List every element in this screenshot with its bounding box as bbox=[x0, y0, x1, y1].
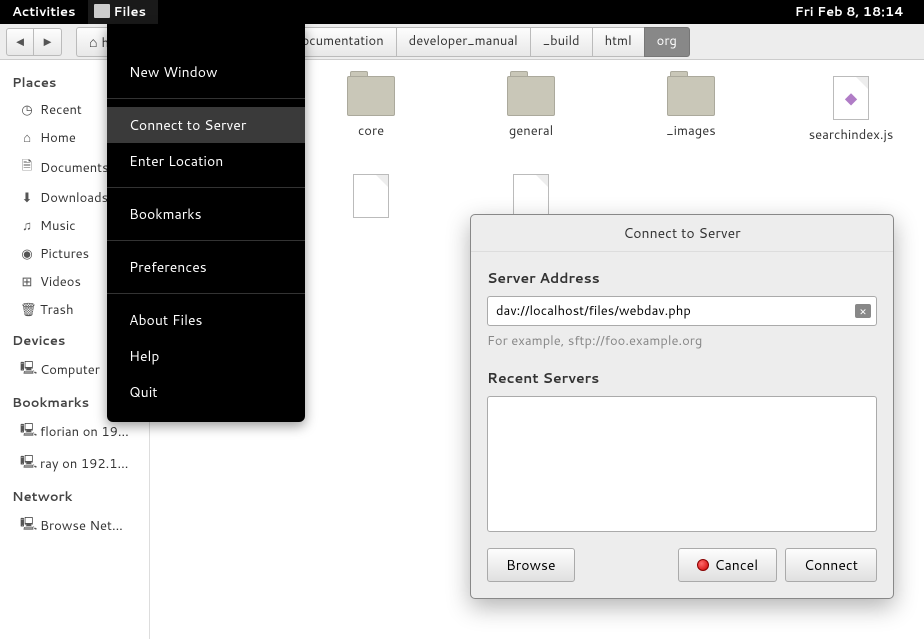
music-icon: ♫ bbox=[20, 217, 34, 235]
dialog-title: Connect to Server bbox=[471, 215, 893, 252]
file-label: searchindex.js bbox=[809, 126, 894, 144]
folder-icon bbox=[667, 76, 715, 116]
spacer bbox=[583, 548, 670, 582]
address-hint: For example, sftp://foo.example.org bbox=[487, 332, 877, 350]
crumb-item[interactable]: html bbox=[592, 27, 644, 57]
file-item[interactable]: searchindex.js bbox=[806, 76, 896, 144]
chevron-right-icon: ► bbox=[41, 33, 54, 51]
file-icon bbox=[513, 174, 549, 218]
computer-icon: 🖳 bbox=[20, 359, 34, 381]
stop-icon bbox=[697, 559, 709, 571]
pictures-icon: ◉ bbox=[20, 245, 34, 263]
top-bar: Activities Files Fri Feb 8, 18:14 bbox=[0, 0, 924, 24]
network-header: Network bbox=[0, 480, 149, 510]
activities-button[interactable]: Activities bbox=[0, 0, 88, 24]
folder-icon bbox=[347, 76, 395, 116]
file-icon bbox=[353, 174, 389, 218]
menu-connect-to-server[interactable]: Connect to Server bbox=[107, 107, 305, 143]
sidebar-item-label: Home bbox=[40, 129, 76, 147]
menu-quit[interactable]: Quit bbox=[107, 374, 305, 410]
connect-button[interactable]: Connect bbox=[785, 548, 877, 582]
sidebar-item-browse-network[interactable]: 🖳 Browse Net... bbox=[0, 510, 149, 542]
recent-servers-list[interactable] bbox=[487, 396, 877, 532]
topbar-left: Activities Files bbox=[0, 0, 158, 24]
recent-icon: ◷ bbox=[20, 101, 34, 119]
sidebar-item-label: Browse Net... bbox=[40, 517, 123, 535]
sidebar-item-label: Documents bbox=[40, 159, 109, 177]
sidebar-item-label: Pictures bbox=[40, 245, 89, 263]
menu-preferences[interactable]: Preferences bbox=[107, 249, 305, 285]
chevron-left-icon: ◄ bbox=[14, 33, 27, 51]
file-label: core bbox=[358, 122, 384, 140]
sidebar-item-label: Music bbox=[40, 217, 76, 235]
menu-separator bbox=[107, 98, 305, 99]
forward-button[interactable]: ► bbox=[34, 28, 62, 56]
menu-help[interactable]: Help bbox=[107, 338, 305, 374]
menu-separator bbox=[107, 293, 305, 294]
crumb-item-active[interactable]: org bbox=[644, 27, 690, 57]
sidebar-item-label: ray on 192.1... bbox=[40, 455, 128, 473]
file-label: _images bbox=[666, 122, 715, 140]
app-menu-dropdown: New Window Connect to Server Enter Locat… bbox=[107, 24, 305, 422]
sidebar-item-label: florian on 19... bbox=[40, 423, 129, 441]
server-address-input[interactable] bbox=[487, 296, 877, 326]
folder-item[interactable]: core bbox=[326, 76, 416, 144]
sidebar-item-label: Recent bbox=[40, 101, 82, 119]
menu-enter-location[interactable]: Enter Location bbox=[107, 143, 305, 179]
clear-input-icon[interactable]: ✕ bbox=[855, 304, 871, 318]
crumb-item[interactable]: _build bbox=[530, 27, 592, 57]
trash-icon: 🗑 bbox=[20, 301, 34, 319]
address-input-wrap: ✕ bbox=[487, 296, 877, 326]
browse-button[interactable]: Browse bbox=[487, 548, 575, 582]
folder-icon bbox=[507, 76, 555, 116]
nav-group: ◄ ► bbox=[6, 28, 62, 56]
cancel-button[interactable]: Cancel bbox=[678, 548, 778, 582]
network-icon: 🖳 bbox=[20, 515, 34, 537]
cancel-label: Cancel bbox=[715, 555, 759, 575]
clock[interactable]: Fri Feb 8, 18:14 bbox=[795, 3, 924, 21]
home-icon: ⌂ bbox=[20, 129, 34, 147]
server-icon: 🖳 bbox=[20, 421, 34, 443]
sidebar-item-label: Computer bbox=[40, 361, 100, 379]
downloads-icon: ⬇ bbox=[20, 189, 34, 207]
menu-bookmarks[interactable]: Bookmarks bbox=[107, 196, 305, 232]
folder-item[interactable]: _images bbox=[646, 76, 736, 144]
menu-new-window[interactable]: New Window bbox=[107, 54, 305, 90]
folder-item[interactable]: general bbox=[486, 76, 576, 144]
documents-icon: 🗎 bbox=[20, 157, 34, 179]
file-label: general bbox=[509, 122, 553, 140]
menu-about[interactable]: About Files bbox=[107, 302, 305, 338]
dialog-body: Server Address ✕ For example, sftp://foo… bbox=[471, 252, 893, 598]
videos-icon: ⊞ bbox=[20, 273, 34, 291]
menu-separator bbox=[107, 240, 305, 241]
sidebar-item-label: Trash bbox=[40, 301, 74, 319]
file-item[interactable] bbox=[326, 174, 416, 224]
server-address-label: Server Address bbox=[487, 268, 877, 288]
files-app-menu[interactable]: Files bbox=[88, 0, 158, 24]
recent-servers-label: Recent Servers bbox=[487, 368, 877, 388]
sidebar-item-label: Videos bbox=[40, 273, 81, 291]
connect-to-server-dialog: Connect to Server Server Address ✕ For e… bbox=[470, 214, 894, 599]
menu-separator bbox=[107, 187, 305, 188]
sidebar-item-label: Downloads bbox=[40, 189, 108, 207]
dialog-buttons: Browse Cancel Connect bbox=[487, 548, 877, 582]
server-icon: 🖳 bbox=[20, 453, 34, 475]
js-file-icon bbox=[833, 76, 869, 120]
crumb-item[interactable]: developer_manual bbox=[396, 27, 530, 57]
sidebar-item-bookmark[interactable]: 🖳 ray on 192.1... bbox=[0, 448, 149, 480]
back-button[interactable]: ◄ bbox=[6, 28, 34, 56]
